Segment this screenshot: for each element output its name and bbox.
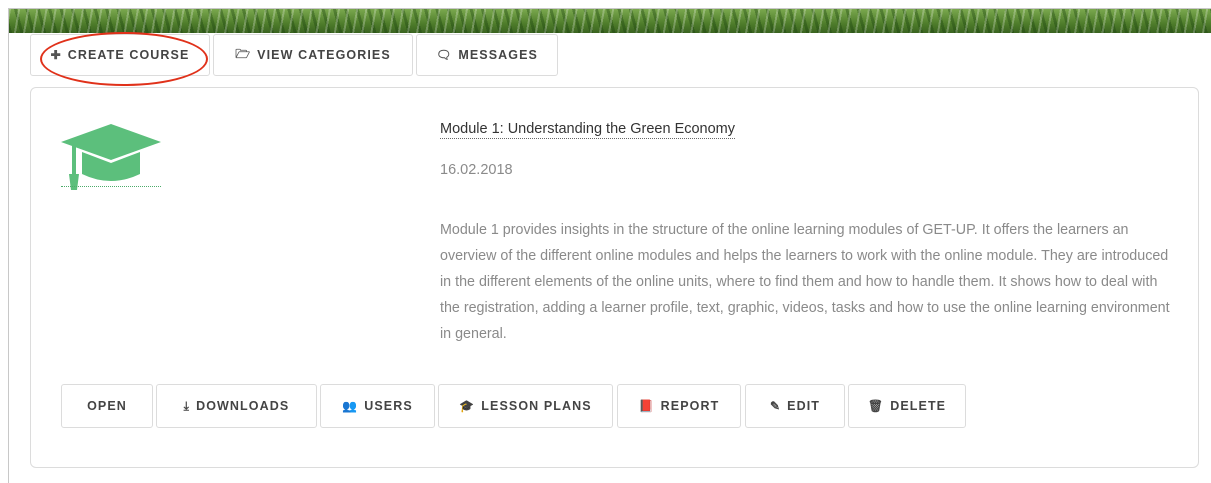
course-date: 16.02.2018 [440, 162, 513, 178]
open-label: OPEN [87, 399, 127, 413]
open-button[interactable]: OPEN [61, 384, 153, 428]
chat-bubble-icon: 🗨 [436, 48, 453, 62]
folder-open-icon: 🗁 [235, 46, 252, 61]
graduation-cap-icon [60, 122, 162, 192]
delete-button[interactable]: 🗑 DELETE [848, 384, 966, 428]
report-button[interactable]: 📕 REPORT [617, 384, 741, 428]
pencil-icon: ✎ [769, 399, 782, 413]
downloads-label: DOWNLOADS [196, 399, 290, 413]
messages-label: MESSAGES [458, 48, 538, 62]
icon-link-underline [61, 186, 161, 187]
lesson-plans-label: LESSON PLANS [481, 399, 592, 413]
users-button[interactable]: 👥 USERS [320, 384, 435, 428]
course-description: Module 1 provides insights in the struct… [440, 222, 1170, 342]
graduation-cap-icon: 🎓 [459, 399, 476, 413]
view-categories-button[interactable]: 🗁 VIEW CATEGORIES [213, 34, 413, 76]
create-course-button[interactable]: ✚ CREATE COURSE [30, 34, 210, 76]
report-label: REPORT [660, 399, 720, 413]
trash-icon: 🗑 [867, 399, 885, 413]
edit-button[interactable]: ✎ EDIT [745, 384, 845, 428]
header-banner-image [9, 9, 1211, 33]
users-label: USERS [364, 399, 413, 413]
messages-button[interactable]: 🗨 MESSAGES [416, 34, 558, 76]
delete-label: DELETE [890, 399, 947, 413]
view-categories-label: VIEW CATEGORIES [257, 48, 391, 62]
lesson-plans-button[interactable]: 🎓 LESSON PLANS [438, 384, 613, 428]
plus-icon: ✚ [50, 48, 62, 62]
users-icon: 👥 [342, 399, 359, 413]
course-title-link[interactable]: Module 1: Understanding the Green Econom… [440, 121, 736, 139]
downloads-button[interactable]: ⤓ DOWNLOADS [156, 384, 317, 428]
book-icon: 📕 [638, 399, 655, 413]
edit-label: EDIT [787, 399, 821, 413]
download-icon: ⤓ [183, 398, 191, 413]
create-course-label: CREATE COURSE [67, 48, 190, 62]
